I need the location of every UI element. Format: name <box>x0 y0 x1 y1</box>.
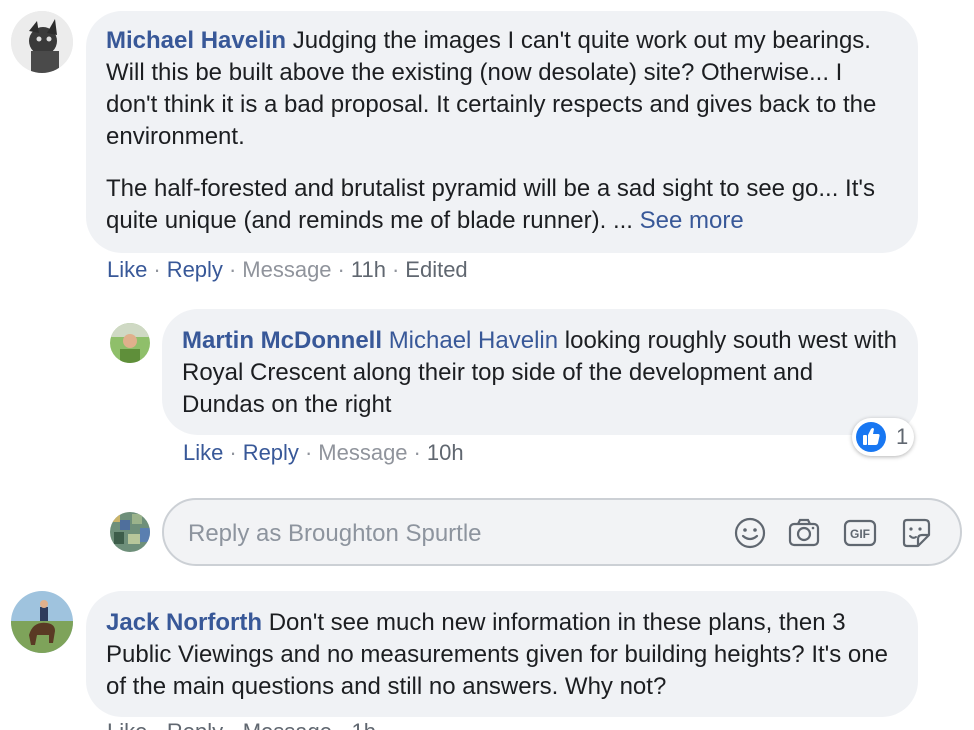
comment-author[interactable]: Michael Havelin <box>106 27 286 54</box>
reaction-count-badge[interactable]: 1 <box>852 418 914 456</box>
reply-link[interactable]: Reply <box>167 257 223 282</box>
timestamp[interactable]: 11h <box>351 257 386 282</box>
comment-author[interactable]: Martin McDonnell <box>182 327 382 354</box>
edited-label[interactable]: Edited <box>405 257 467 282</box>
like-link[interactable]: Like <box>183 440 223 465</box>
sticker-icon[interactable] <box>898 515 934 551</box>
reply-link[interactable]: Reply <box>243 440 299 465</box>
camera-icon[interactable] <box>786 515 822 551</box>
mention-link[interactable]: Michael Havelin <box>389 327 558 354</box>
like-link[interactable]: Like <box>107 257 147 282</box>
page-photo <box>110 512 150 552</box>
reaction-count: 1 <box>896 424 909 449</box>
gif-label: GIF <box>850 527 870 541</box>
comment-actions-partial: Like · Reply · Message · 1h <box>107 721 376 730</box>
user-photo <box>11 591 73 653</box>
comment-text-2: The half-forested and brutalist pyramid … <box>106 175 875 234</box>
comment-actions: Like · Reply · Message · 11h · Edited <box>107 257 468 282</box>
avatar-michael-havelin[interactable] <box>11 11 73 73</box>
avatar-broughton-spurtle <box>110 512 150 552</box>
reply-actions: Like · Reply · Message · 10h <box>183 440 464 465</box>
avatar-jack-norforth[interactable] <box>11 591 73 653</box>
message-link[interactable]: Message <box>318 440 407 465</box>
timestamp[interactable]: 10h <box>427 440 464 465</box>
thumbs-up-icon <box>856 422 886 452</box>
reply-bubble: Martin McDonnell Michael Havelin looking… <box>162 309 918 435</box>
message-link[interactable]: Message <box>242 257 331 282</box>
comment-bubble: Michael Havelin Judging the images I can… <box>86 11 918 253</box>
comment-author[interactable]: Jack Norforth <box>106 609 262 636</box>
comment-bubble: Jack Norforth Don't see much new informa… <box>86 591 918 717</box>
see-more-link[interactable]: See more <box>640 207 744 234</box>
user-photo <box>11 11 73 73</box>
gif-icon[interactable]: GIF <box>842 515 878 551</box>
reply-input[interactable]: Reply as Broughton Spurtle GIF <box>162 498 962 566</box>
smiley-icon[interactable] <box>732 515 768 551</box>
reply-placeholder: Reply as Broughton Spurtle <box>188 520 482 547</box>
user-photo <box>110 323 150 363</box>
avatar-martin-mcdonnell[interactable] <box>110 323 150 363</box>
